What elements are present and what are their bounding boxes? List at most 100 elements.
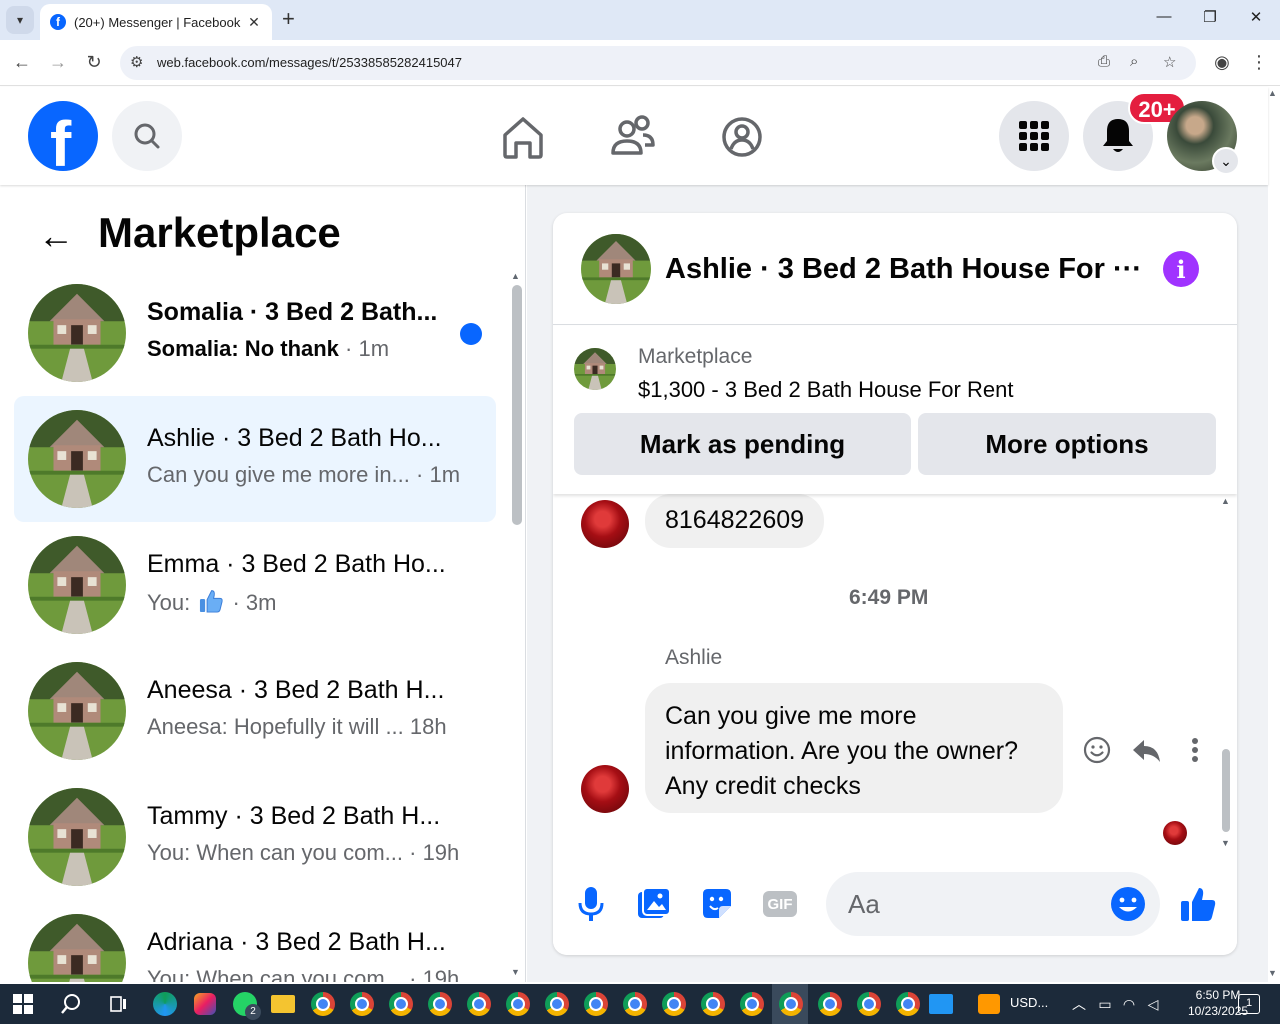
- conversation-item[interactable]: Aneesa · 3 Bed 2 Bath H... Aneesa: Hopefu…: [14, 648, 496, 774]
- tab-search-dropdown-button[interactable]: ▾: [6, 6, 34, 34]
- chrome-window-icon[interactable]: [776, 989, 806, 1019]
- chrome-window-icon[interactable]: [503, 989, 533, 1019]
- mark-as-pending-button[interactable]: Mark as pending: [574, 413, 911, 475]
- site-settings-icon[interactable]: ⚙: [130, 53, 143, 71]
- listing-small-thumbnail[interactable]: [574, 348, 616, 390]
- chrome-window-icon[interactable]: [386, 989, 416, 1019]
- reply-icon: [1133, 740, 1160, 762]
- url-text[interactable]: web.facebook.com/messages/t/253385852824…: [157, 55, 462, 70]
- more-options-button[interactable]: More options: [918, 413, 1216, 475]
- thumbs-up-icon: [200, 590, 224, 613]
- scroll-up-arrow-icon[interactable]: ▲: [511, 271, 520, 281]
- new-tab-button[interactable]: +: [282, 8, 295, 30]
- media-player-icon[interactable]: [926, 989, 956, 1019]
- sender-avatar[interactable]: [581, 500, 629, 548]
- chrome-window-icon[interactable]: [581, 989, 611, 1019]
- search-button[interactable]: [112, 101, 182, 171]
- preview-text: You:: [147, 590, 197, 615]
- gif-button[interactable]: GIF: [760, 884, 800, 924]
- scroll-up-arrow-icon[interactable]: ▲: [1221, 496, 1230, 506]
- listing-title[interactable]: $1,300 - 3 Bed 2 Bath House For Rent: [638, 377, 1013, 403]
- voice-clip-button[interactable]: [571, 884, 611, 924]
- conversation-preview: You: · 3m: [147, 588, 276, 616]
- notification-center-icon[interactable]: 1: [1238, 994, 1260, 1014]
- react-emoji-button[interactable]: [1079, 732, 1115, 768]
- sidebar-scrollbar[interactable]: [512, 285, 522, 525]
- listing-card: Marketplace $1,300 - 3 Bed 2 Bath House …: [553, 326, 1237, 494]
- listing-thumbnail: [28, 662, 126, 760]
- home-nav-button[interactable]: [495, 109, 551, 165]
- send-like-button[interactable]: [1178, 884, 1218, 924]
- reload-icon[interactable]: ↻: [83, 52, 105, 73]
- message-bubble-latest[interactable]: Can you give me more information. Are yo…: [645, 683, 1063, 813]
- profile-icon[interactable]: ◉: [1211, 52, 1233, 73]
- zoom-icon[interactable]: ⌕: [1130, 53, 1138, 70]
- friends-nav-button[interactable]: [605, 109, 661, 165]
- conversation-item[interactable]: Tammy · 3 Bed 2 Bath H... You: When can y…: [14, 774, 496, 900]
- browser-tab-messenger[interactable]: f (20+) Messenger | Facebook ✕: [40, 4, 272, 40]
- photo-gallery-icon: [638, 887, 671, 918]
- currency-widget-icon[interactable]: [974, 989, 1004, 1019]
- page-scroll-up-arrow-icon[interactable]: ▲: [1268, 88, 1277, 98]
- bookmark-star-icon[interactable]: ☆: [1163, 53, 1176, 71]
- chrome-window-icon[interactable]: [893, 989, 923, 1019]
- reply-button[interactable]: [1128, 732, 1164, 768]
- back-icon[interactable]: ←: [11, 52, 33, 73]
- address-bar[interactable]: ⚙ web.facebook.com/messages/t/2533858528…: [120, 46, 1196, 80]
- chrome-window-icon[interactable]: [308, 989, 338, 1019]
- info-icon[interactable]: i: [1163, 251, 1199, 287]
- close-window-icon[interactable]: ✕: [1244, 8, 1268, 26]
- attach-photo-button[interactable]: [634, 884, 674, 924]
- chrome-window-icon[interactable]: [425, 989, 455, 1019]
- chrome-window-icon[interactable]: [698, 989, 728, 1019]
- scroll-down-arrow-icon[interactable]: ▼: [511, 967, 520, 977]
- edge-browser-icon[interactable]: [150, 989, 180, 1019]
- emoji-picker-button[interactable]: [1108, 884, 1148, 924]
- scroll-down-arrow-icon[interactable]: ▼: [1221, 838, 1230, 848]
- sticker-button[interactable]: [697, 884, 737, 924]
- message-bubble-phone[interactable]: 8164822609: [645, 494, 825, 548]
- browser-menu-icon[interactable]: ⋮: [1248, 52, 1270, 73]
- sender-avatar[interactable]: [581, 765, 629, 813]
- message-timestamp: 6:49 PM: [849, 586, 929, 609]
- preview-text: Aneesa: Hopefully it will ...: [147, 714, 404, 739]
- conversation-item[interactable]: Adriana · 3 Bed 2 Bath H... You: When can…: [14, 900, 496, 982]
- chrome-window-icon[interactable]: [620, 989, 650, 1019]
- windows-start-icon[interactable]: [8, 989, 38, 1019]
- chrome-window-icon[interactable]: [854, 989, 884, 1019]
- groups-nav-button[interactable]: [714, 109, 770, 165]
- forward-icon[interactable]: →: [47, 52, 69, 73]
- chrome-window-icon[interactable]: [542, 989, 572, 1019]
- message-scrollbar[interactable]: [1222, 749, 1230, 832]
- menu-button[interactable]: [999, 101, 1069, 171]
- gif-icon: GIF: [763, 891, 797, 917]
- currency-widget-text[interactable]: USD...: [1010, 995, 1048, 1010]
- facebook-logo-icon[interactable]: f: [28, 101, 98, 171]
- minimize-window-icon[interactable]: —: [1152, 8, 1176, 25]
- chrome-window-icon[interactable]: [464, 989, 494, 1019]
- conversation-item[interactable]: Emma · 3 Bed 2 Bath Ho... You: · 3m: [14, 522, 496, 648]
- chrome-window-icon[interactable]: [737, 989, 767, 1019]
- chevron-down-icon[interactable]: ⌄: [1212, 147, 1240, 175]
- volume-icon[interactable]: ◁: [1138, 989, 1168, 1019]
- chrome-window-icon[interactable]: [815, 989, 845, 1019]
- chat-title[interactable]: Ashlie · 3 Bed 2 Bath House For ···: [665, 253, 1142, 286]
- whatsapp-icon[interactable]: 2: [230, 989, 261, 1020]
- copilot-icon[interactable]: [190, 989, 220, 1019]
- conversation-item[interactable]: Somalia · 3 Bed 2 Bath... Somalia: No tha…: [14, 270, 496, 396]
- task-view-icon[interactable]: [104, 989, 134, 1019]
- page-scroll-down-arrow-icon[interactable]: ▼: [1268, 968, 1277, 978]
- vertical-dots-icon: [1192, 738, 1198, 762]
- more-actions-button[interactable]: [1177, 732, 1213, 768]
- preview-text: Somalia: No thank: [147, 336, 339, 361]
- install-app-icon[interactable]: ⎙: [1098, 53, 1110, 70]
- taskbar-search-icon[interactable]: [56, 989, 86, 1019]
- chrome-window-icon[interactable]: [659, 989, 689, 1019]
- listing-thumbnail[interactable]: [581, 234, 651, 304]
- restore-window-icon[interactable]: ❐: [1198, 8, 1222, 26]
- tab-close-icon[interactable]: ✕: [246, 14, 262, 31]
- chrome-window-icon[interactable]: [347, 989, 377, 1019]
- back-arrow-icon[interactable]: ←: [38, 215, 74, 257]
- conversation-item[interactable]: Ashlie · 3 Bed 2 Bath Ho... Can you give …: [14, 396, 496, 522]
- file-explorer-icon[interactable]: [268, 989, 298, 1019]
